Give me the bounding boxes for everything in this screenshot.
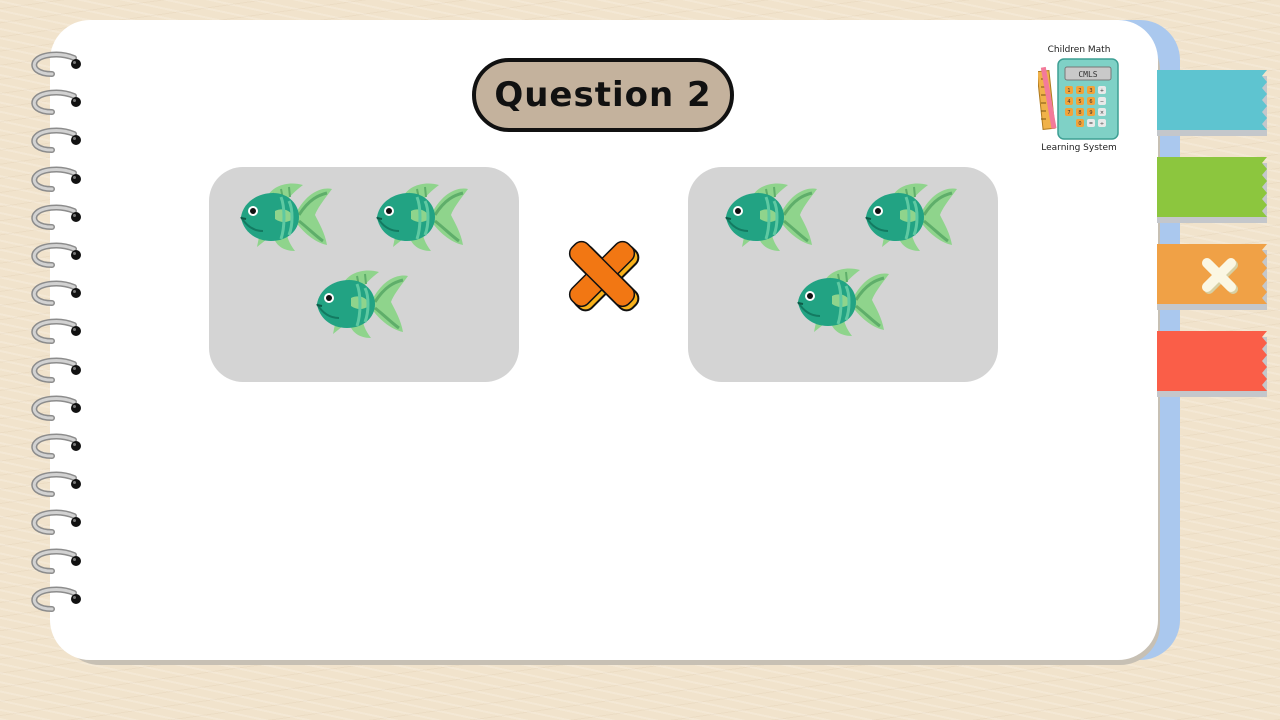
fish-icon: [237, 181, 333, 253]
spiral-ring: [31, 242, 81, 268]
side-tab-teal[interactable]: [1157, 70, 1267, 136]
svg-text:3: 3: [1089, 88, 1092, 94]
logo-subtitle: Learning System: [1041, 143, 1117, 153]
right-fish-group: [688, 167, 998, 382]
spiral-ring: [31, 127, 81, 154]
spiral-ring: [31, 433, 81, 459]
svg-text:7: 7: [1067, 110, 1070, 116]
fish-icon: [794, 266, 890, 338]
multiply-operator-icon: [568, 240, 640, 312]
calculator-icon: CMLS 1 2 3 + 4 5 6 − 7 8 9 × 0 = ÷: [1038, 58, 1119, 140]
svg-text:9: 9: [1089, 110, 1092, 116]
svg-text:−: −: [1100, 99, 1104, 105]
spiral-ring: [31, 357, 81, 383]
svg-text:8: 8: [1078, 110, 1081, 116]
svg-text:+: +: [1100, 88, 1104, 94]
fish-icon: [862, 181, 958, 253]
question-title-pill: Question 2: [472, 58, 734, 132]
fish-icon: [373, 181, 469, 253]
svg-text:6: 6: [1089, 99, 1092, 105]
svg-text:=: =: [1089, 121, 1093, 127]
svg-text:1: 1: [1067, 88, 1070, 94]
svg-text:÷: ÷: [1100, 121, 1104, 127]
left-fish-group: [209, 167, 519, 382]
tab-face: [1157, 244, 1267, 304]
spiral-ring: [31, 280, 81, 307]
svg-text:4: 4: [1067, 99, 1070, 105]
svg-text:0: 0: [1078, 121, 1081, 127]
tab-face: [1157, 157, 1267, 217]
spiral-ring: [31, 51, 81, 77]
cmls-logo: Children Math CMLS 1 2 3 + 4 5 6 − 7 8 9…: [1036, 44, 1122, 156]
logo-title: Children Math: [1047, 45, 1111, 55]
fish-icon: [313, 268, 409, 340]
side-tab-green[interactable]: [1157, 157, 1267, 223]
fish-icon: [722, 181, 818, 253]
spiral-ring: [31, 548, 81, 574]
spiral-ring: [31, 509, 81, 536]
svg-text:2: 2: [1078, 88, 1081, 94]
spiral-ring: [31, 395, 81, 421]
logo-screen-text: CMLS: [1078, 70, 1097, 79]
side-tab-red[interactable]: [1157, 331, 1267, 397]
spiral-ring: [31, 471, 81, 498]
svg-text:×: ×: [1100, 110, 1104, 116]
tab-face: [1157, 331, 1267, 391]
tab-face: [1157, 70, 1267, 130]
spiral-ring: [31, 586, 81, 612]
spiral-ring: [31, 204, 81, 230]
question-title: Question 2: [494, 75, 712, 115]
spiral-ring: [31, 166, 81, 192]
svg-text:5: 5: [1078, 99, 1081, 105]
spiral-ring: [31, 89, 81, 116]
side-tab-multiply[interactable]: [1157, 244, 1267, 310]
spiral-ring: [31, 318, 81, 345]
